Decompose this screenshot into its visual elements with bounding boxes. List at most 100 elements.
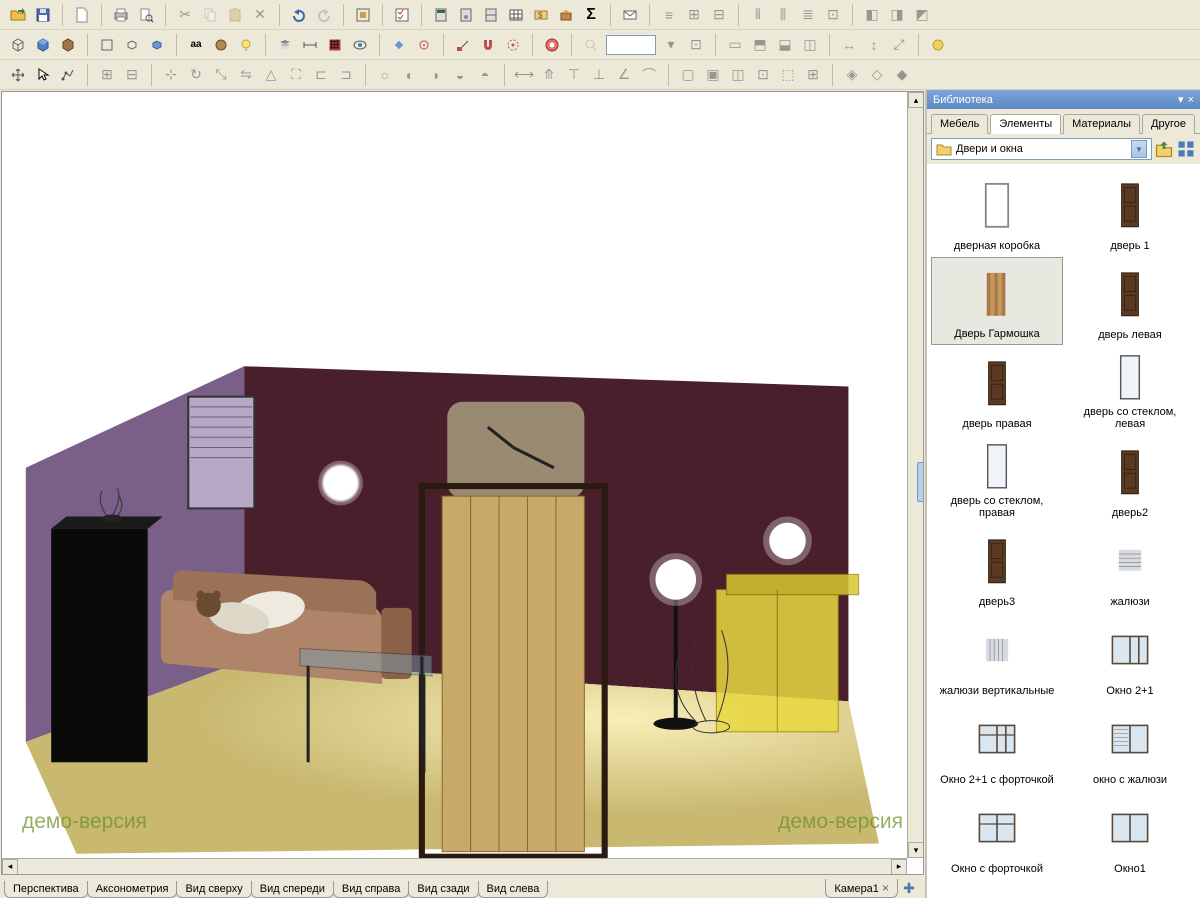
item-label: дверь со стеклом, левая [1068,404,1192,430]
proj-1-icon[interactable] [95,33,119,57]
render-icon[interactable] [926,33,950,57]
materials-ball-icon[interactable] [209,33,233,57]
library-item[interactable]: дверь3 [931,524,1063,612]
item-label: дверная коробка [954,238,1040,252]
layer-icon[interactable] [273,33,297,57]
magnet-icon[interactable] [476,33,500,57]
t-7-icon: ⊏ [309,63,333,87]
view-tab-left[interactable]: Вид слева [478,881,549,898]
library-item[interactable]: Дверь Гармошка [931,257,1063,345]
view-tab-right[interactable]: Вид справа [333,881,410,898]
edit-points-icon[interactable] [56,63,80,87]
item-thumbnail-icon [1068,617,1192,683]
library-item[interactable]: дверь2 [1064,435,1196,523]
library-item[interactable]: Окно1 [1064,791,1196,879]
t-rotate-icon: ↻ [184,63,208,87]
calc-1-icon[interactable] [429,3,453,27]
add-view-tab-icon[interactable]: ✚ [901,881,917,897]
calc-2-icon[interactable] [454,3,478,27]
item-label: дверь правая [962,416,1031,430]
library-item[interactable]: Окно с форточкой [931,791,1063,879]
new-page-icon[interactable] [70,3,94,27]
text-icon[interactable]: aа [184,33,208,57]
visibility-icon[interactable] [348,33,372,57]
library-item[interactable]: дверь со стеклом, правая [931,435,1063,523]
view-tab-axonometry[interactable]: Аксонометрия [87,881,178,898]
cost-icon[interactable]: $ [529,3,553,27]
undo-icon[interactable] [287,3,311,27]
proj-3-icon[interactable] [145,33,169,57]
join-5-icon: ◓ [473,63,497,87]
scrollbar-horizontal[interactable]: ◂ ▸ [2,858,907,874]
library-item[interactable]: дверь левая [1064,257,1196,345]
snap-1-icon[interactable] [387,33,411,57]
dim-2-icon: ⤊ [537,63,561,87]
view-tab-front[interactable]: Вид спереди [251,881,334,898]
camera-tab[interactable]: Камера1 × [825,879,898,898]
view-shaded-icon[interactable] [31,33,55,57]
panel-close-icon[interactable]: × [1188,94,1194,106]
arrange-2-icon: ◨ [885,3,909,27]
misc-1-icon: ◈ [840,63,864,87]
view-mode-icon[interactable] [1176,139,1196,159]
zoom-input[interactable] [606,35,656,55]
library-item[interactable]: дверь 1 [1064,168,1196,256]
light-icon[interactable] [234,33,258,57]
view-wire-icon[interactable] [6,33,30,57]
furn-3-icon: ◫ [726,63,750,87]
tool-a-icon[interactable] [351,3,375,27]
sum-icon[interactable]: Σ [579,3,603,27]
select-icon[interactable] [31,63,55,87]
item-thumbnail-icon [1068,261,1192,327]
measure-2-icon: ↕ [862,33,886,57]
proj-2-icon[interactable] [120,33,144,57]
snap-center-icon[interactable] [501,33,525,57]
tab-elements[interactable]: Элементы [990,114,1061,134]
view-tab-top[interactable]: Вид сверху [176,881,251,898]
library-item[interactable]: Окно 2+1 [1064,613,1196,701]
library-item[interactable]: жалюзи [1064,524,1196,612]
print-preview-icon[interactable] [134,3,158,27]
library-item[interactable]: дверная коробка [931,168,1063,256]
save-icon[interactable] [31,3,55,27]
move-icon[interactable] [6,63,30,87]
dimension-icon[interactable] [298,33,322,57]
category-combo[interactable]: Двери и окна ▼ [931,138,1152,160]
redo-icon [312,3,336,27]
table-icon[interactable] [504,3,528,27]
tab-materials[interactable]: Материалы [1063,114,1140,134]
library-item[interactable]: Окно 2+1 с форточкой [931,702,1063,790]
library-item[interactable]: дверь со стеклом, левая [1064,346,1196,434]
print-icon[interactable] [109,3,133,27]
snap-2-icon[interactable] [412,33,436,57]
furn-1-icon: ▢ [676,63,700,87]
view-tab-back[interactable]: Вид сзади [408,881,478,898]
item-label: Окно 2+1 [1106,683,1153,697]
snap-endpoint-icon[interactable] [451,33,475,57]
tab-furniture[interactable]: Мебель [931,114,988,134]
item-label: дверь со стеклом, правая [935,493,1059,519]
distrib-1-icon: ⫴ [746,3,770,27]
up-folder-icon[interactable] [1154,139,1174,159]
panel-menu-icon[interactable]: ▾ [1178,93,1184,106]
materials-icon[interactable] [554,3,578,27]
tab-other[interactable]: Другое [1142,114,1195,134]
calc-3-icon[interactable] [479,3,503,27]
help-icon[interactable] [540,33,564,57]
grid-icon[interactable] [323,33,347,57]
dropdown-arrow-icon[interactable]: ▼ [1131,140,1147,158]
close-camera-tab-icon[interactable]: × [882,881,889,895]
mail-icon[interactable] [618,3,642,27]
library-item[interactable]: дверь правая [931,346,1063,434]
furn-6-icon: ⊞ [801,63,825,87]
item-thumbnail-icon [935,795,1059,861]
view-tab-perspective[interactable]: Перспектива [4,881,88,898]
viewport-3d[interactable]: демо-версия демо-версия ▴ ▾ ◂ ▸ [1,91,924,875]
panel-splitter-icon[interactable] [917,462,924,502]
library-item[interactable]: окно с жалюзи [1064,702,1196,790]
open-icon[interactable] [6,3,30,27]
furn-5-icon: ⬚ [776,63,800,87]
view-textured-icon[interactable] [56,33,80,57]
library-item[interactable]: жалюзи вертикальные [931,613,1063,701]
checklist-icon[interactable] [390,3,414,27]
